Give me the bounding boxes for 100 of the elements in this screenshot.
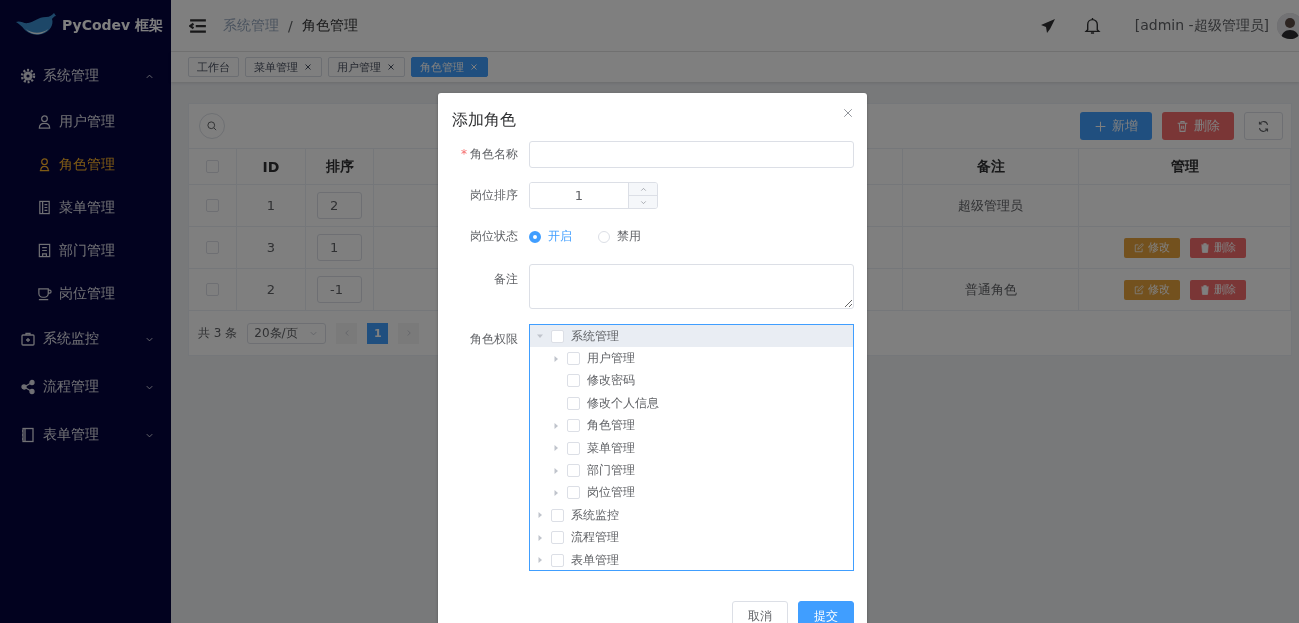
menu-group[interactable]: 流程管理	[0, 363, 171, 411]
submit-button[interactable]: 提交	[798, 601, 854, 623]
add-button[interactable]: 新增	[1080, 112, 1152, 140]
order-input[interactable]: -1	[317, 276, 362, 303]
search-button[interactable]	[199, 113, 225, 139]
trash-icon	[1199, 242, 1210, 253]
tree-node[interactable]: 修改密码	[530, 369, 853, 393]
table-cell: 3	[237, 227, 306, 269]
document-icon	[37, 200, 52, 215]
tree-node[interactable]: 部门管理	[530, 459, 853, 482]
avatar[interactable]	[1277, 12, 1299, 39]
checkbox[interactable]	[551, 329, 564, 343]
caret-icon[interactable]	[552, 488, 560, 497]
menu-item[interactable]: 岗位管理	[0, 272, 171, 315]
dialog-title: 添加角色	[452, 110, 516, 131]
radio-option[interactable]: 禁用	[598, 228, 641, 245]
table-cell: 1	[237, 185, 306, 227]
caret-icon[interactable]	[552, 421, 560, 430]
tree-label: 系统管理	[571, 327, 619, 345]
field-label: 角色权限	[469, 331, 518, 348]
refresh-button[interactable]	[1244, 112, 1283, 140]
caret-icon[interactable]	[536, 533, 544, 542]
trash-icon	[1176, 119, 1189, 133]
caret-icon[interactable]	[552, 444, 560, 453]
caret-icon[interactable]	[552, 354, 560, 363]
tree-label: 修改密码	[587, 372, 635, 390]
note-field[interactable]	[529, 264, 854, 309]
caret-icon[interactable]	[536, 556, 544, 565]
page-tab[interactable]: 用户管理	[328, 57, 405, 77]
checkbox[interactable]	[551, 553, 564, 567]
close-icon[interactable]	[386, 62, 396, 72]
caret-icon[interactable]	[552, 466, 560, 475]
tree-label: 部门管理	[587, 462, 635, 480]
field-label: 岗位排序	[469, 187, 518, 204]
delete-button[interactable]: 删除	[1162, 112, 1234, 140]
breadcrumb-item: 角色管理	[301, 16, 358, 35]
tree-node[interactable]: 表单管理	[530, 548, 853, 570]
tree-node[interactable]: 系统管理	[530, 325, 853, 348]
checkbox[interactable]	[567, 352, 580, 366]
cancel-button[interactable]: 取消	[732, 601, 788, 623]
trash-icon	[1199, 284, 1210, 295]
page-tab[interactable]: 角色管理	[411, 57, 488, 77]
menu-item[interactable]: 角色管理	[0, 143, 171, 186]
cup-icon	[37, 286, 52, 301]
order-spinner[interactable]: 1	[529, 182, 658, 209]
plus-icon	[1094, 119, 1107, 133]
checkbox[interactable]	[567, 441, 580, 455]
menu-item[interactable]: 部门管理	[0, 229, 171, 272]
checkbox[interactable]	[551, 508, 564, 522]
checkbox[interactable]	[551, 531, 564, 545]
tree-node[interactable]: 用户管理	[530, 347, 853, 370]
checkbox[interactable]	[567, 396, 580, 410]
menu-group[interactable]: 表单管理	[0, 411, 171, 459]
user-name[interactable]: [admin -超级管理员]	[1134, 16, 1269, 35]
column-header: 排序	[306, 149, 374, 185]
close-icon[interactable]	[303, 62, 313, 72]
logo-text: PyCodev 框架	[62, 17, 164, 35]
menu-group[interactable]: 系统监控	[0, 315, 171, 363]
menu-item[interactable]: 用户管理	[0, 100, 171, 143]
column-header: 管理	[1079, 149, 1291, 185]
checkbox[interactable]	[567, 374, 580, 388]
close-icon	[842, 107, 854, 119]
order-input[interactable]: 1	[317, 234, 362, 261]
tree-label: 流程管理	[571, 529, 619, 547]
page-tab[interactable]: 工作台	[188, 57, 239, 77]
table-cell: 普通角色	[903, 269, 1079, 311]
tree-node[interactable]: 岗位管理	[530, 481, 853, 505]
page-size-select[interactable]: 20条/页	[247, 322, 327, 344]
menu-item[interactable]: 菜单管理	[0, 186, 171, 229]
checkbox[interactable]	[567, 464, 580, 478]
close-icon[interactable]	[469, 62, 479, 72]
tree-node[interactable]: 角色管理	[530, 414, 853, 437]
menu-icon	[189, 16, 207, 35]
delete-button[interactable]: 删除	[1189, 237, 1246, 258]
caret-icon[interactable]	[536, 511, 544, 520]
checkbox[interactable]	[567, 486, 580, 500]
delete-button[interactable]: 删除	[1189, 279, 1246, 300]
tree-node[interactable]: 菜单管理	[530, 436, 853, 460]
first-aid-kit-icon	[20, 331, 36, 347]
menu-group[interactable]: 系统管理	[0, 52, 171, 100]
tree-label: 用户管理	[587, 350, 635, 368]
total-count: 共 3 条	[198, 324, 238, 342]
user-icon	[37, 157, 52, 172]
building-icon	[37, 243, 52, 258]
tree-label: 角色管理	[587, 417, 635, 435]
field-label: 备注	[493, 271, 518, 288]
radio-option[interactable]: 开启	[529, 228, 572, 245]
paper-plane-icon	[1039, 17, 1056, 34]
field-label: 岗位状态	[469, 228, 518, 245]
order-input[interactable]: 2	[317, 192, 362, 219]
gear-icon	[20, 68, 36, 84]
tree-node[interactable]: 修改个人信息	[530, 392, 853, 415]
page-tab[interactable]: 菜单管理	[245, 57, 322, 77]
role-name-field[interactable]	[529, 141, 854, 168]
search-icon	[206, 120, 218, 132]
tree-node[interactable]: 流程管理	[530, 526, 853, 549]
tree-node[interactable]: 系统监控	[530, 504, 853, 527]
checkbox[interactable]	[567, 419, 580, 433]
close-button[interactable]	[842, 107, 854, 119]
tree-label: 修改个人信息	[587, 394, 659, 412]
